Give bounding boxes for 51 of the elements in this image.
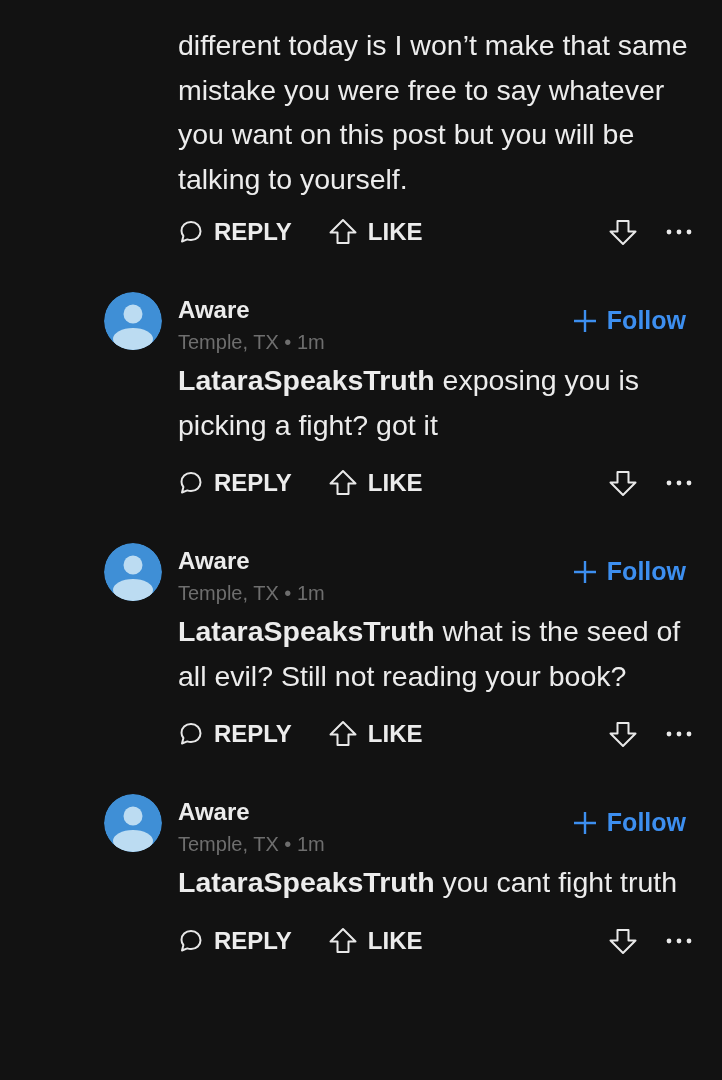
comment-text: LataraSpeaksTruth you cant fight truth (178, 865, 678, 900)
more-icon (666, 480, 692, 486)
arrow-up-icon (327, 469, 358, 497)
arrow-up-icon (327, 926, 358, 955)
arrow-down-icon (608, 720, 638, 748)
comment-text: different today is I won’t make that same mistake you were free to say whatever you want on this post but you will be talking to yourself. (178, 28, 689, 197)
arrow-down-icon (608, 469, 638, 497)
follow-button[interactable]: Follow (572, 808, 686, 837)
more-button[interactable] (666, 731, 692, 737)
reply-button[interactable]: REPLY (178, 218, 292, 246)
like-button[interactable]: LIKE (327, 720, 423, 748)
more-icon (666, 731, 692, 737)
more-icon (666, 229, 692, 235)
arrow-down-icon (608, 218, 638, 246)
author-name[interactable]: Aware (178, 545, 325, 577)
like-button[interactable]: LIKE (327, 469, 423, 497)
like-button[interactable]: LIKE (327, 218, 423, 246)
avatar-icon (104, 292, 162, 350)
comment-icon (178, 927, 204, 954)
author-name[interactable]: Aware (178, 796, 325, 828)
comment-text: LataraSpeaksTruth exposing you is picking a fight? got it (178, 363, 640, 443)
comment-meta: Temple, TX • 1m (178, 330, 325, 355)
downvote-button[interactable] (608, 469, 638, 497)
arrow-up-icon (327, 218, 358, 246)
avatar-icon (104, 794, 162, 852)
more-button[interactable] (666, 480, 692, 486)
plus-icon (572, 308, 597, 333)
downvote-button[interactable] (608, 218, 638, 246)
more-button[interactable] (666, 229, 692, 235)
comment-meta: Temple, TX • 1m (178, 581, 325, 606)
follow-button[interactable]: Follow (572, 557, 686, 586)
comment-text: LataraSpeaksTruth what is the seed of all evil? Still not reading your book? (178, 614, 682, 694)
like-button[interactable]: LIKE (327, 926, 423, 955)
downvote-button[interactable] (608, 926, 638, 955)
avatar-icon (104, 543, 162, 601)
comment-icon (178, 470, 204, 496)
comment-icon (178, 721, 204, 747)
plus-icon (572, 810, 597, 835)
arrow-down-icon (608, 926, 638, 955)
more-icon (666, 937, 692, 944)
follow-button[interactable]: Follow (572, 306, 686, 335)
comment-meta: Temple, TX • 1m (178, 832, 325, 857)
author-name[interactable]: Aware (178, 294, 325, 326)
comment-icon (178, 219, 204, 245)
reply-button[interactable]: REPLY (178, 926, 292, 955)
reply-button[interactable]: REPLY (178, 720, 292, 748)
arrow-up-icon (327, 720, 358, 748)
more-button[interactable] (666, 937, 692, 944)
plus-icon (572, 559, 597, 584)
reply-button[interactable]: REPLY (178, 469, 292, 497)
downvote-button[interactable] (608, 720, 638, 748)
